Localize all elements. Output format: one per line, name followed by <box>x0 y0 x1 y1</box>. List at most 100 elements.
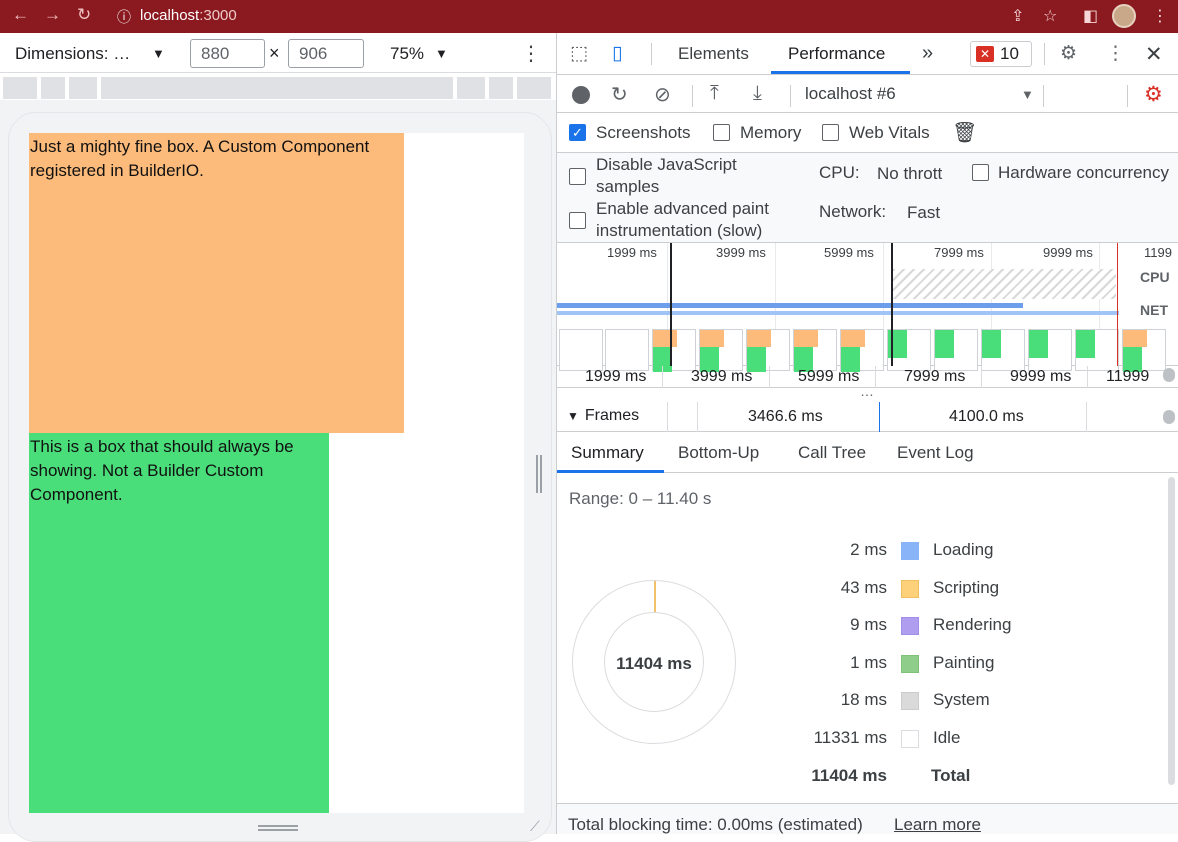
back-arrow-icon[interactable]: ← <box>12 5 29 25</box>
screenshot-thumb <box>981 329 1025 371</box>
browser-menu-icon[interactable]: ⋮ <box>1152 6 1168 26</box>
reload-icon[interactable]: ↻ <box>77 5 91 25</box>
legend-ms: 1 ms <box>850 653 887 672</box>
hardware-concurrency-checkbox[interactable] <box>972 164 989 181</box>
learn-more-link[interactable]: Learn more <box>894 815 981 835</box>
selection-end-handle[interactable] <box>891 243 893 366</box>
memory-checkbox[interactable] <box>713 124 730 141</box>
tab-performance[interactable]: Performance <box>788 44 885 64</box>
rendering-swatch <box>901 617 919 635</box>
box1-text: Just a mighty fine box. A Custom Compone… <box>30 137 370 180</box>
side-panel-icon[interactable]: ◧ <box>1083 6 1098 26</box>
range-label: Range: 0 – 11.40 s <box>569 489 712 508</box>
selection-start-handle[interactable] <box>670 243 672 366</box>
capture-options: ✓ Screenshots Memory Web Vitals 🗑 <box>557 113 1178 153</box>
hardware-concurrency-label: Hardware concurrency <box>998 163 1170 182</box>
screenshot-thumb <box>746 329 790 372</box>
box2-text: This is a box that should always be show… <box>30 437 294 504</box>
memory-label: Memory <box>740 123 802 142</box>
legend-ms: 18 ms <box>840 690 887 709</box>
zoom-chevron-icon[interactable]: ▼ <box>435 46 448 61</box>
zoom-select[interactable]: 75% <box>390 44 424 64</box>
tab-bottom-up[interactable]: Bottom-Up <box>678 443 759 463</box>
advanced-paint-checkbox[interactable] <box>569 212 586 229</box>
address-bar[interactable]: localhost:3000 <box>140 7 237 24</box>
frames-track[interactable]: ▼ Frames 3466.6 ms 4100.0 ms <box>557 402 1178 432</box>
device-toggle-icon[interactable]: ▯ <box>612 42 622 65</box>
screenshot-thumb <box>559 329 603 371</box>
upload-icon[interactable]: ⤒ <box>710 82 719 105</box>
timeline-overview[interactable]: 1999 ms 3999 ms 5999 ms 7999 ms 9999 ms … <box>557 243 1178 372</box>
tab-call-tree[interactable]: Call Tree <box>798 443 866 463</box>
settings-gear-icon[interactable]: ⚙ <box>1060 42 1077 65</box>
frame-duration: 3466.6 ms <box>748 408 823 425</box>
dimensions-select[interactable]: Dimensions: … <box>15 44 130 64</box>
legend-row-scripting: 43 ms Scripting <box>777 578 1037 602</box>
legend-row-total: 11404 ms Total <box>777 766 1037 790</box>
forward-arrow-icon[interactable]: → <box>44 5 61 25</box>
tracks-scrollbar[interactable] <box>1163 410 1175 424</box>
more-options-icon[interactable]: ⋮ <box>521 41 541 66</box>
disable-js-samples-checkbox[interactable] <box>569 168 586 185</box>
times-sign: × <box>269 43 280 63</box>
network-throttling-select[interactable]: Fast <box>907 203 940 223</box>
profile-avatar[interactable] <box>1112 4 1136 28</box>
network-label: Network: <box>819 202 887 221</box>
session-select[interactable]: localhost #6 <box>805 84 896 104</box>
ruler-tick: 7999 ms <box>904 368 966 385</box>
record-icon[interactable] <box>572 86 590 104</box>
legend-ms: 9 ms <box>850 615 887 634</box>
bookmark-star-icon[interactable]: ☆ <box>1043 6 1057 26</box>
reload-record-icon[interactable]: ↻ <box>611 82 628 107</box>
custom-component-box: Just a mighty fine box. A Custom Compone… <box>29 133 404 433</box>
expand-triangle-icon[interactable]: ▼ <box>567 409 579 423</box>
chevron-down-icon[interactable]: ▼ <box>152 46 165 61</box>
more-tabs-icon[interactable]: » <box>922 42 933 65</box>
summary-panel: Range: 0 – 11.40 s 11404 ms 2 ms Loading… <box>557 473 1178 803</box>
media-query-bar[interactable] <box>0 74 556 100</box>
cpu-track-label: CPU <box>1140 269 1170 285</box>
tab-elements[interactable]: Elements <box>678 44 749 64</box>
error-count-badge[interactable]: ✕ 10 <box>970 41 1032 67</box>
resize-corner-icon[interactable]: ⟋ <box>530 818 540 835</box>
width-input[interactable]: 880 <box>190 39 265 68</box>
trash-icon[interactable]: 🗑 <box>952 120 977 145</box>
timeline-scrollbar[interactable] <box>1163 368 1175 382</box>
cpu-throttling-select[interactable]: No thrott <box>877 164 949 184</box>
cpu-idle-hatch <box>893 269 1116 299</box>
clear-icon[interactable]: ⊘ <box>654 82 671 107</box>
height-input[interactable]: 906 <box>288 39 364 68</box>
cpu-label: CPU: <box>819 163 860 182</box>
resize-handle-bottom[interactable] <box>258 825 298 831</box>
active-tab-indicator <box>771 71 910 74</box>
capture-settings-gear-icon[interactable]: ⚙ <box>1144 82 1163 107</box>
ruler-tick: 3999 ms <box>691 368 753 385</box>
screenshot-thumb <box>934 329 978 371</box>
splitter-dots[interactable]: … <box>860 383 874 399</box>
tab-summary[interactable]: Summary <box>571 443 644 463</box>
scripting-swatch <box>901 580 919 598</box>
devtools-menu-icon[interactable]: ⋮ <box>1106 42 1125 65</box>
performance-toolbar: ↻ ⊘ ⤒ ⤓ localhost #6 ▼ ⚙ <box>557 75 1178 113</box>
summary-scrollbar[interactable] <box>1168 477 1175 785</box>
legend-ms: 2 ms <box>850 540 887 559</box>
download-icon[interactable]: ⤓ <box>753 82 762 105</box>
legend-row-painting: 1 ms Painting <box>777 653 1037 677</box>
disable-js-label-line2: samples <box>596 177 660 196</box>
browser-topbar: ← → ↻ ⓘ localhost:3000 ⇪ ☆ ◧ ⋮ <box>0 0 1178 33</box>
share-icon[interactable]: ⇪ <box>1011 6 1024 26</box>
inspect-element-icon[interactable]: ⬚ <box>570 42 588 65</box>
ruler-tick: 9999 ms <box>1010 368 1072 385</box>
trace-end-marker <box>1117 243 1118 366</box>
resize-handle-right[interactable] <box>536 455 542 493</box>
idle-swatch <box>901 730 919 748</box>
total-label: Total <box>931 766 971 785</box>
frame-duration: 4100.0 ms <box>949 408 1024 425</box>
info-icon[interactable]: ⓘ <box>117 7 131 27</box>
web-vitals-checkbox[interactable] <box>822 124 839 141</box>
legend-row-system: 18 ms System <box>777 690 1037 714</box>
screenshots-checkbox[interactable]: ✓ <box>569 124 586 141</box>
tab-event-log[interactable]: Event Log <box>897 443 974 463</box>
close-icon[interactable]: ✕ <box>1145 42 1163 67</box>
session-chevron-icon[interactable]: ▼ <box>1021 87 1034 102</box>
